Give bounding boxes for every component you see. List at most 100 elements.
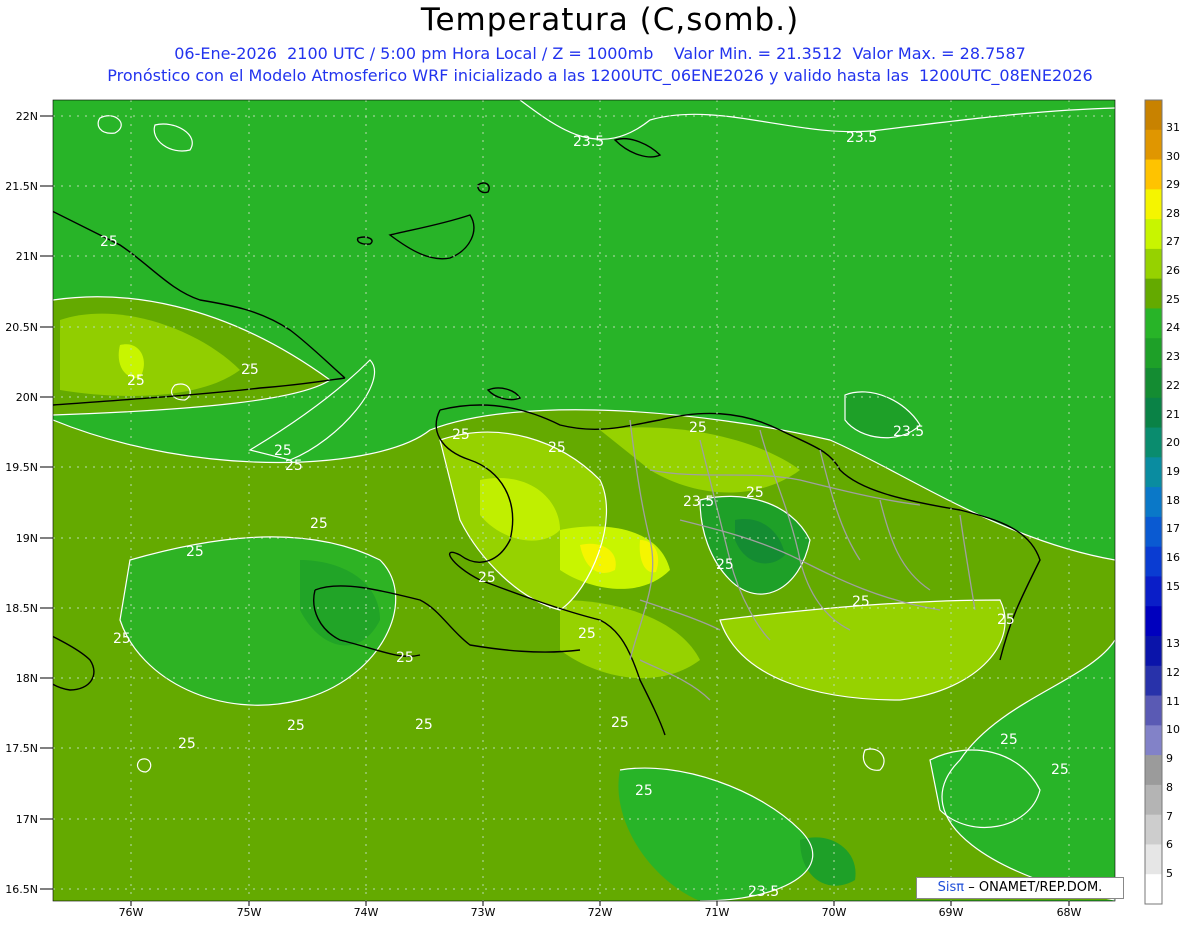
colorbar-label: 28 (1166, 207, 1180, 220)
colorbar-segment (1145, 129, 1162, 161)
colorbar-segment (1145, 695, 1162, 726)
contour-label: 25 (241, 362, 259, 378)
lat-label: 17.5N (5, 742, 38, 755)
colorbar-segment (1145, 248, 1162, 280)
contour-label: 25 (285, 458, 303, 474)
colorbar-segment (1145, 844, 1162, 875)
contour-label: 25 (548, 440, 566, 456)
contour-label: 23.5 (846, 130, 877, 146)
lon-label: 72W (588, 906, 613, 919)
colorbar-label: 6 (1166, 838, 1173, 851)
colorbar-segment (1145, 278, 1162, 309)
lat-label: 21N (16, 250, 38, 263)
lat-label: 20N (16, 391, 38, 404)
colorbar-label: 26 (1166, 264, 1180, 277)
contour-label: 25 (178, 736, 196, 752)
contour-label: 25 (1051, 762, 1069, 778)
colorbar-label: 5 (1166, 867, 1173, 880)
lat-label: 19N (16, 532, 38, 545)
colorbar-segment (1145, 189, 1162, 220)
colorbar-label: 17 (1166, 522, 1180, 535)
contour-label: 25 (113, 631, 131, 647)
contour-label: 25 (186, 544, 204, 560)
colorbar-segment (1145, 606, 1162, 637)
colorbar-label: 22 (1166, 379, 1180, 392)
lon-label: 68W (1057, 906, 1082, 919)
colorbar-label: 9 (1166, 752, 1173, 765)
colorbar-label: 31 (1166, 121, 1180, 134)
latitude-ticks (40, 115, 53, 890)
contour-label: 23.5 (683, 494, 714, 510)
latitude-axis: 22N 21.5N 21N 20.5N 20N 19.5N 19N 18.5N … (5, 110, 38, 896)
contour-label: 25 (452, 427, 470, 443)
contour-label: 25 (611, 715, 629, 731)
colorbar-label: 24 (1166, 321, 1180, 334)
contour-label: 25 (852, 594, 870, 610)
colorbar-segment (1145, 874, 1162, 905)
contour-label: 23.5 (748, 884, 779, 900)
colorbar-label: 25 (1166, 293, 1180, 306)
colorbar-label: 13 (1166, 637, 1180, 650)
colorbar-segment (1145, 725, 1162, 756)
colorbar-label: 15 (1166, 580, 1180, 593)
lon-label: 75W (237, 906, 262, 919)
colorbar-label: 19 (1166, 465, 1180, 478)
lat-label: 18.5N (5, 602, 38, 615)
colorbar-label: 18 (1166, 494, 1180, 507)
lon-label: 76W (119, 906, 144, 919)
credit-text: – ONAMET/REP.DOM. (968, 880, 1103, 895)
sispi-logo: Sisπ (937, 880, 965, 895)
colorbar-segment (1145, 397, 1162, 429)
contour-label: 25 (100, 234, 118, 250)
contour-label: 23.5 (893, 424, 924, 440)
contour-label: 25 (396, 650, 414, 666)
colorbar-label: 16 (1166, 551, 1180, 564)
contour-label: 25 (478, 570, 496, 586)
colorbar-segment (1145, 100, 1162, 131)
lon-label: 74W (354, 906, 379, 919)
colorbar-segment (1145, 308, 1162, 339)
colorbar-label: 30 (1166, 150, 1180, 163)
colorbar-segment (1145, 159, 1162, 190)
contour-label: 25 (127, 373, 145, 389)
colorbar-label: 12 (1166, 666, 1180, 679)
color-scale-bar (1144, 99, 1163, 905)
lat-label: 20.5N (5, 321, 38, 334)
contour-label: 23.5 (573, 134, 604, 150)
contour-label: 25 (635, 783, 653, 799)
longitude-axis: 76W 75W 74W 73W 72W 71W 70W 69W 68W (119, 906, 1082, 919)
colorbar-segment (1145, 576, 1162, 607)
lat-label: 19.5N (5, 461, 38, 474)
contour-label: 25 (578, 626, 596, 642)
longitude-ticks (130, 901, 1070, 906)
colorbar-segment (1145, 427, 1162, 458)
colorbar-segment (1145, 368, 1162, 399)
contour-label: 25 (415, 717, 433, 733)
contour-label: 25 (1000, 732, 1018, 748)
lat-label: 17N (16, 813, 38, 826)
colorbar-label: 23 (1166, 350, 1180, 363)
credit-box: Sisπ – ONAMET/REP.DOM. (916, 877, 1124, 899)
colorbar-label: 29 (1166, 178, 1180, 191)
colorbar-label: 20 (1166, 436, 1180, 449)
contour-label: 25 (689, 420, 707, 436)
colorbar-label: 10 (1166, 723, 1180, 736)
contour-label: 25 (274, 443, 292, 459)
temperature-map: 23.5 23.5 25 25 25 25 25 25 25 25 23.5 2… (5, 99, 1180, 919)
colorbar-segment (1145, 546, 1162, 577)
colorbar-segment (1145, 665, 1162, 697)
colorbar-label: 21 (1166, 408, 1180, 421)
colorbar-segment (1145, 338, 1162, 369)
contour-label: 25 (997, 612, 1015, 628)
colorbar-segment (1145, 219, 1162, 250)
lat-label: 16.5N (5, 883, 38, 896)
lat-label: 21.5N (5, 180, 38, 193)
lat-label: 18N (16, 672, 38, 685)
colorbar-segment (1145, 516, 1162, 548)
lon-label: 71W (705, 906, 730, 919)
contour-label: 25 (310, 516, 328, 532)
colorbar-segment (1145, 814, 1162, 845)
contour-label: 25 (287, 718, 305, 734)
colorbar-segment (1145, 755, 1162, 786)
contour-label: 25 (716, 557, 734, 573)
